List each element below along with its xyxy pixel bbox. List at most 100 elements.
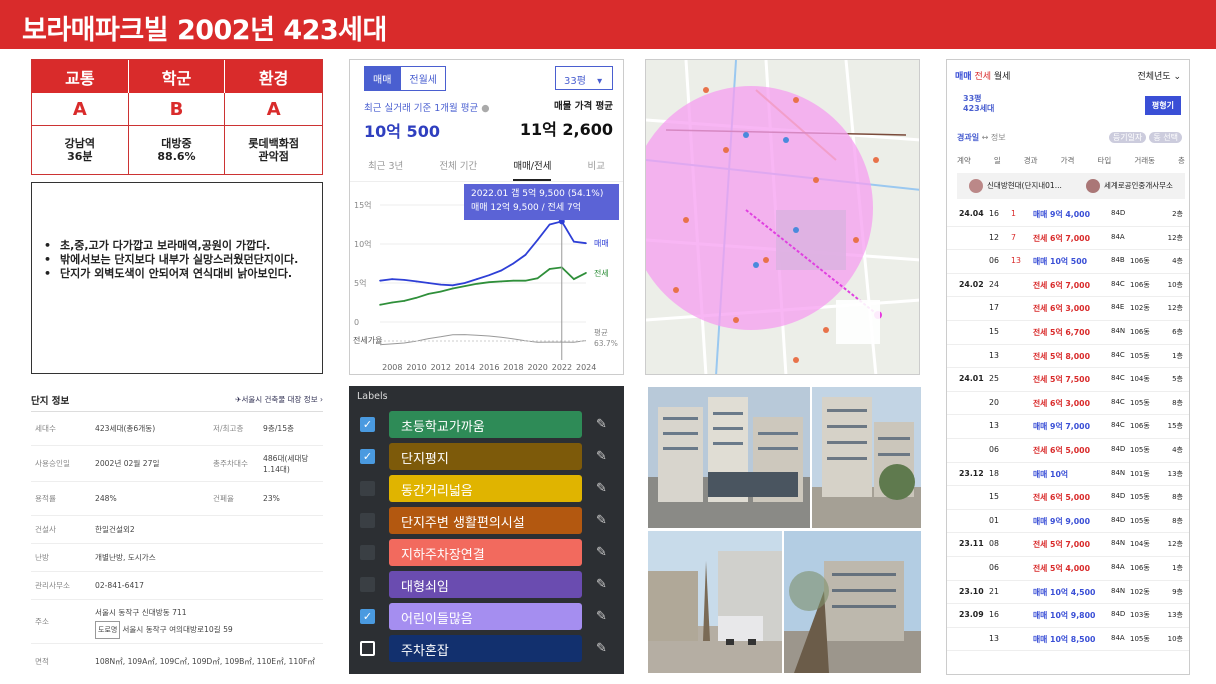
tab-monthly[interactable]: 월세: [994, 72, 1011, 82]
floor: 1층: [1172, 563, 1183, 572]
contract-day: 06: [989, 256, 999, 266]
col-header[interactable]: 층: [1178, 155, 1185, 166]
floor: 12층: [1167, 233, 1183, 242]
edit-pencil-icon[interactable]: ✎: [596, 513, 607, 528]
contract-day: 13: [989, 350, 999, 360]
info-row: 건설사 한일건설외2: [31, 516, 323, 544]
label-checkbox[interactable]: [360, 480, 375, 496]
edit-pencil-icon[interactable]: ✎: [596, 609, 607, 624]
table-row[interactable]: 15 전세 6억 5,000 84D 105동 8층: [947, 486, 1189, 510]
label-checkbox[interactable]: [360, 512, 375, 528]
table-row[interactable]: 24.02 24 전세 6억 7,000 84C 106동 10층: [947, 274, 1189, 298]
info-toggle[interactable]: ↔ 정보: [982, 133, 1006, 142]
edit-pencil-icon[interactable]: ✎: [596, 641, 607, 656]
label-pill[interactable]: 단지주변 생활편의시설: [389, 506, 582, 534]
table-row[interactable]: 20 전세 6억 3,000 84C 105동 8층: [947, 392, 1189, 416]
label-pill[interactable]: 어린이들많음: [389, 602, 582, 630]
grade-detail: 롯데백화점 관악점: [248, 137, 299, 163]
table-row[interactable]: 13 매매 9억 7,000 84C 106동 15층: [947, 415, 1189, 439]
table-row[interactable]: 23.11 08 전세 5억 7,000 84N 104동 12층: [947, 533, 1189, 557]
edit-pencil-icon[interactable]: ✎: [596, 577, 607, 592]
label-checkbox[interactable]: [360, 576, 375, 592]
avatar: [1085, 179, 1100, 193]
table-row[interactable]: 06 전세 6억 5,000 84D 105동 4층: [947, 439, 1189, 463]
tab-lease[interactable]: 전세: [974, 72, 991, 82]
size-button[interactable]: 평형기: [1144, 96, 1181, 115]
data-point: [415, 297, 418, 299]
label-pill[interactable]: 지하주차장연결: [389, 538, 582, 566]
rent-toggle[interactable]: 전월세: [400, 66, 447, 91]
col-header[interactable]: 일: [994, 155, 1001, 166]
table-row[interactable]: 01 매매 9억 9,000 84D 105동 8층: [947, 510, 1189, 534]
label-pill[interactable]: 단지평지: [389, 442, 582, 470]
tab-sale[interactable]: 매매: [955, 72, 972, 82]
edit-pencil-icon[interactable]: ✎: [596, 417, 607, 432]
table-row[interactable]: 23.09 16 매매 10억 9,800 84D 103동 13층: [947, 604, 1189, 628]
data-point: [524, 279, 527, 282]
grade-table: 교통 학군 환경 A B A 강남역 36분 대방중 88.6% 롯데백화점 관…: [31, 59, 323, 175]
table-row[interactable]: 23.12 18 매매 10억 84N 101동 13층: [947, 463, 1189, 487]
agent-item[interactable]: 세계로공인중개사무소: [1085, 179, 1173, 193]
year-filter[interactable]: 전체년도 ⌄: [1137, 69, 1181, 82]
street-photo[interactable]: [648, 531, 782, 673]
data-point: [536, 239, 539, 241]
building-register-link[interactable]: ✈서울시 건축물 대장 정보 ›: [235, 394, 323, 405]
table-row[interactable]: 23.10 21 매매 10억 4,500 84N 102동 9층: [947, 581, 1189, 605]
label-checkbox[interactable]: ✓: [360, 448, 375, 464]
edit-pencil-icon[interactable]: ✎: [596, 481, 607, 496]
building-select-button[interactable]: 동 선택: [1149, 132, 1182, 143]
col-header[interactable]: 경과: [1024, 155, 1038, 166]
table-row[interactable]: 17 전세 6억 3,000 84E 102동 12층: [947, 297, 1189, 321]
edit-pencil-icon[interactable]: ✎: [596, 545, 607, 560]
contract-day: 12: [989, 232, 999, 242]
tab-sale-lease[interactable]: 매매/전세: [513, 156, 552, 181]
edit-pencil-icon[interactable]: ✎: [596, 449, 607, 464]
registration-date-button[interactable]: 등기일자: [1108, 132, 1147, 143]
tab-all-period[interactable]: 전체 기간: [439, 156, 477, 181]
table-row[interactable]: 06 전세 5억 4,000 84A 106동 1층: [947, 557, 1189, 581]
x-tick-label: 2022: [552, 363, 572, 372]
table-row[interactable]: 13 매매 10억 8,500 84A 105동 10층: [947, 628, 1189, 652]
unit-type: 84C: [1111, 374, 1125, 383]
label-checkbox[interactable]: ✓: [360, 416, 375, 432]
info-icon[interactable]: ●: [481, 103, 489, 114]
note-item: 초,중,고가 다가깝고 보라매역,공원이 가깝다.: [40, 239, 312, 253]
elapsed-days-toggle[interactable]: 경과일: [957, 133, 979, 142]
deal-price: 매매 9억 9,000: [1033, 516, 1091, 526]
table-row[interactable]: 15 전세 5억 6,700 84N 106동 6층: [947, 321, 1189, 345]
floor: 4층: [1172, 445, 1183, 454]
deal-price: 매매 9억 7,000: [1033, 422, 1091, 432]
agent-item[interactable]: 신대방현대(단지내01...: [969, 179, 1062, 193]
col-header[interactable]: 타입: [1097, 155, 1111, 166]
unit-type: 84A: [1111, 633, 1125, 642]
unit-type: 84A: [1111, 562, 1125, 571]
table-row[interactable]: 13 전세 5억 8,000 84C 105동 1층: [947, 345, 1189, 369]
complex-photo[interactable]: [812, 387, 921, 528]
sale-toggle[interactable]: 매매: [364, 66, 401, 91]
table-row[interactable]: 06 13 매매 10억 500 84B 106동 4층: [947, 250, 1189, 274]
table-row[interactable]: 12 7 전세 6억 7,000 84A 12층: [947, 227, 1189, 251]
size-select[interactable]: 33평 ▾: [555, 66, 613, 90]
tab-compare[interactable]: 비교: [588, 156, 605, 181]
street-photo[interactable]: [784, 531, 921, 673]
location-map[interactable]: [645, 59, 920, 375]
label-checkbox[interactable]: [360, 640, 375, 656]
contract-day: 13: [989, 421, 999, 431]
tab-recent-3y[interactable]: 최근 3년: [368, 156, 403, 181]
label-checkbox[interactable]: ✓: [360, 608, 375, 624]
label-pill[interactable]: 동간거리넓음: [389, 474, 582, 502]
col-header[interactable]: 계약: [957, 155, 971, 166]
label-pill[interactable]: 대형쇠임: [389, 570, 582, 598]
label-checkbox[interactable]: [360, 544, 375, 560]
data-point: [379, 304, 381, 306]
labels-title: Labels: [357, 391, 388, 402]
label-pill[interactable]: 초등학교가까움: [389, 410, 582, 438]
table-row[interactable]: 24.04 16 1 매매 9억 4,000 84D 2층: [947, 203, 1189, 227]
table-row[interactable]: 24.01 25 전세 5억 7,500 84C 104동 5층: [947, 368, 1189, 392]
label-pill[interactable]: 주차혼잡: [389, 634, 582, 662]
col-header[interactable]: 가격: [1061, 155, 1075, 166]
contract-day: 16: [989, 209, 999, 218]
complex-photo[interactable]: [648, 387, 810, 528]
data-point: [573, 278, 575, 280]
col-header[interactable]: 거래동: [1134, 155, 1155, 166]
